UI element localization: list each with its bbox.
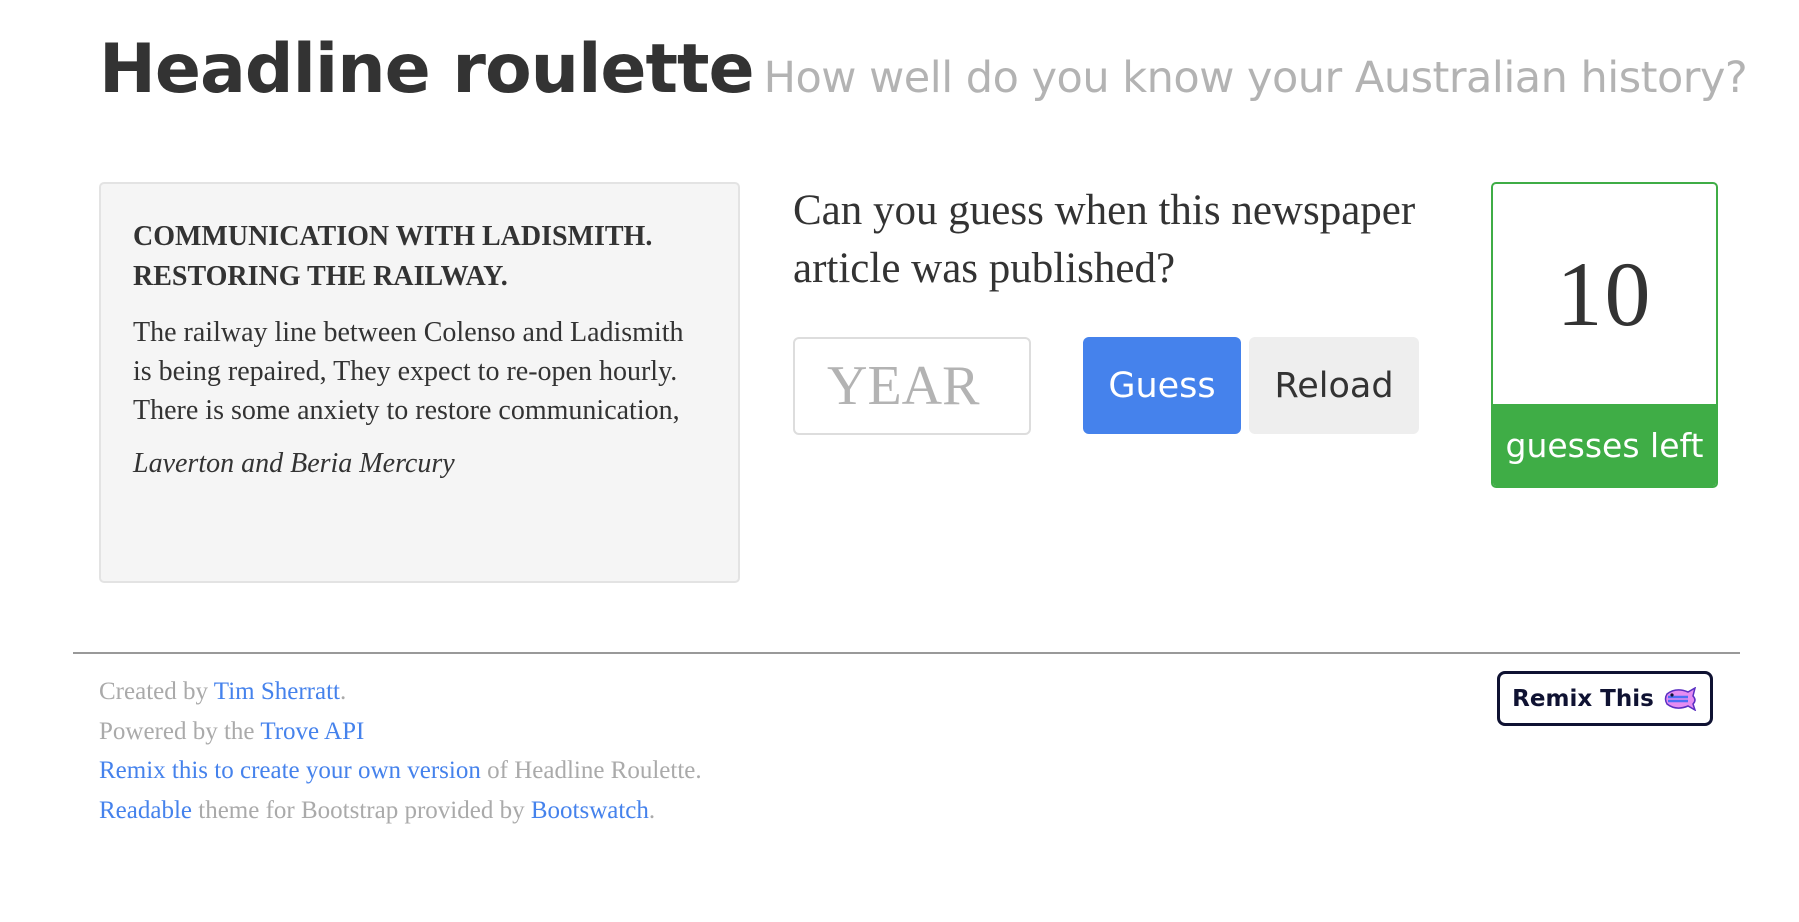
guesses-left-count: 10 xyxy=(1556,243,1653,345)
guess-button[interactable]: Guess xyxy=(1083,337,1241,434)
guesses-left-label: guesses left xyxy=(1493,404,1716,486)
article-card: COMMUNICATION WITH LADISMITH. RESTORING … xyxy=(99,182,740,583)
article-title-line2: RESTORING THE RAILWAY. xyxy=(133,261,508,292)
page-subtitle: How well do you know your Australian his… xyxy=(763,53,1748,103)
year-input[interactable] xyxy=(793,337,1031,435)
footer-remix-line: Remix this to create your own version of… xyxy=(99,751,702,791)
footer-theme-suffix: . xyxy=(648,796,656,824)
page-header: Headline roulette How well do you know yo… xyxy=(99,30,1748,109)
page-title: Headline roulette xyxy=(99,30,755,109)
guesses-counter: 10 guesses left xyxy=(1491,182,1718,488)
remix-this-button[interactable]: Remix This xyxy=(1497,671,1713,726)
remix-this-label: Remix This xyxy=(1512,685,1654,712)
trove-api-link[interactable]: Trove API xyxy=(260,718,364,745)
footer-remix-suffix: of Headline Roulette. xyxy=(480,757,702,784)
article-text: The railway line between Colenso and Lad… xyxy=(133,317,684,426)
footer-credit-prefix: Created by xyxy=(99,678,214,705)
footer-divider xyxy=(73,652,1740,654)
author-link[interactable]: Tim Sherratt xyxy=(214,678,340,705)
readable-theme-link[interactable]: Readable xyxy=(99,797,192,824)
article-title: COMMUNICATION WITH LADISMITH. RESTORING … xyxy=(133,217,706,297)
reload-button[interactable]: Reload xyxy=(1249,337,1419,434)
footer-powered-line: Powered by the Trove API xyxy=(99,712,702,752)
footer-credit-suffix: . xyxy=(339,678,347,705)
glitch-fish-icon xyxy=(1664,686,1698,711)
article-source: Laverton and Beria Mercury xyxy=(133,448,455,479)
remix-link[interactable]: Remix this to create your own version xyxy=(99,757,481,784)
footer-powered-prefix: Powered by the xyxy=(99,717,261,745)
question-heading: Can you guess when this newspaper articl… xyxy=(793,187,1416,292)
footer-credit-line: Created by Tim Sherratt. xyxy=(99,672,702,712)
footer-theme-middle: theme for Bootstrap provided by xyxy=(192,796,531,824)
bootswatch-link[interactable]: Bootswatch xyxy=(531,797,649,824)
footer: Created by Tim Sherratt. Powered by the … xyxy=(99,672,702,830)
article-title-line1: COMMUNICATION WITH LADISMITH. xyxy=(133,221,653,252)
footer-theme-line: Readable theme for Bootstrap provided by… xyxy=(99,791,702,831)
